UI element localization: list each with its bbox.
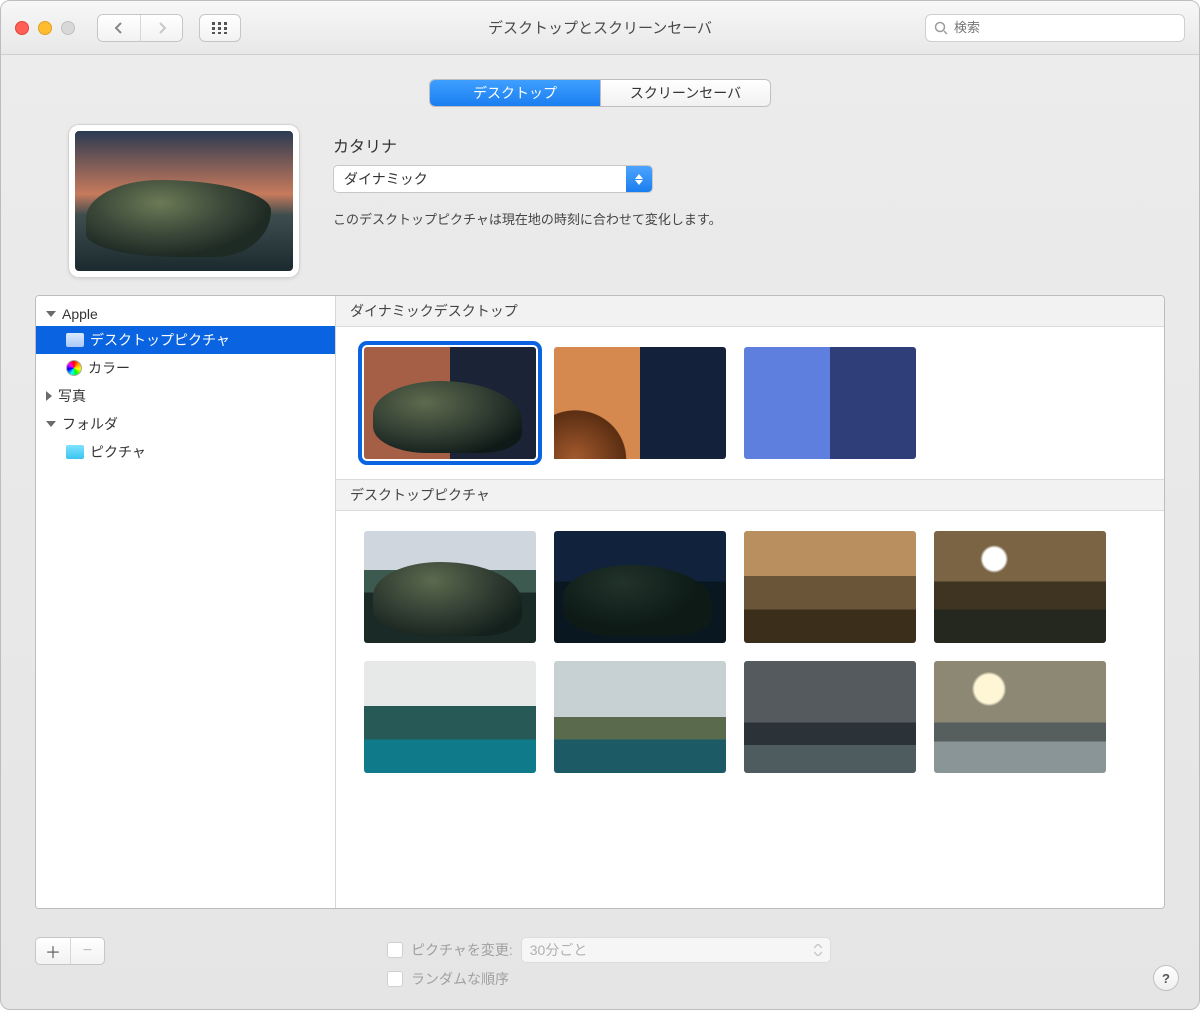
change-interval-dropdown: 30分ごと <box>521 937 831 963</box>
thumbnail-catalina-sunset[interactable] <box>934 531 1106 643</box>
prefpane-window: デスクトップとスクリーンセーバ デスクトップ スクリーンセーバ カタリナ ダイナ… <box>0 0 1200 1010</box>
thumbnail-solar-gradients[interactable] <box>744 347 916 459</box>
change-picture-checkbox[interactable] <box>387 942 403 958</box>
remove-folder-button[interactable]: − <box>70 938 104 964</box>
random-order-label: ランダムな順序 <box>411 969 509 989</box>
footer: ＋ − ピクチャを変更: 30分ごと ランダムな順序 <box>35 937 1165 989</box>
display-mode-value: ダイナミック <box>334 169 626 189</box>
tab-desktop[interactable]: デスクトップ <box>430 80 600 106</box>
current-wallpaper-preview <box>69 125 299 277</box>
sidebar-item-desktop-pictures[interactable]: デスクトップピクチャ <box>36 326 335 354</box>
sidebar-group-folders[interactable]: フォルダ <box>36 410 335 438</box>
folder-icon <box>66 333 84 347</box>
section-header-pictures: デスクトップピクチャ <box>336 479 1164 511</box>
sidebar-label: 写真 <box>58 386 86 406</box>
show-all-button[interactable] <box>199 14 241 42</box>
wallpaper-gallery[interactable]: ダイナミックデスクトップ デスクトップピクチャ <box>336 296 1164 908</box>
sidebar-item-pictures-folder[interactable]: ピクチャ <box>36 438 335 466</box>
window-controls <box>15 21 75 35</box>
folder-icon <box>66 445 84 459</box>
thumbnail-mojave-dynamic[interactable] <box>554 347 726 459</box>
search-icon <box>934 21 948 35</box>
disclosure-triangle-icon <box>46 391 52 401</box>
sidebar-label: ピクチャ <box>90 442 146 462</box>
close-button[interactable] <box>15 21 29 35</box>
thumbnail-catalina-shoreline[interactable] <box>554 661 726 773</box>
sidebar-label: カラー <box>88 358 130 378</box>
thumbnail-catalina-dynamic[interactable] <box>364 347 536 459</box>
nav-back-forward <box>97 14 183 42</box>
sidebar-item-colors[interactable]: カラー <box>36 354 335 382</box>
current-selection-panel: カタリナ ダイナミック このデスクトップピクチャは現在地の時刻に合わせて変化しま… <box>35 125 1165 277</box>
search-field[interactable] <box>925 14 1185 42</box>
sidebar-label: デスクトップピクチャ <box>90 330 230 350</box>
source-sidebar: Apple デスクトップピクチャ カラー 写真 フォルダ <box>36 296 336 908</box>
back-button[interactable] <box>98 15 140 41</box>
add-folder-button[interactable]: ＋ <box>36 938 70 964</box>
rotation-options: ピクチャを変更: 30分ごと ランダムな順序 <box>387 937 831 989</box>
sidebar-group-apple[interactable]: Apple <box>36 302 335 326</box>
tab-bar: デスクトップ スクリーンセーバ <box>35 79 1165 107</box>
tab-screensaver[interactable]: スクリーンセーバ <box>600 80 770 106</box>
dropdown-stepper-icon <box>626 166 652 192</box>
source-add-remove: ＋ − <box>35 937 105 965</box>
disclosure-triangle-icon <box>46 421 56 427</box>
content: デスクトップ スクリーンセーバ カタリナ ダイナミック このデスクトップピクチャ… <box>1 55 1199 1009</box>
zoom-button-disabled <box>61 21 75 35</box>
titlebar: デスクトップとスクリーンセーバ <box>1 1 1199 55</box>
thumbnail-catalina-rock[interactable] <box>744 531 916 643</box>
thumbnail-catalina-day[interactable] <box>364 531 536 643</box>
display-mode-dropdown[interactable]: ダイナミック <box>333 165 653 193</box>
sidebar-group-photos[interactable]: 写真 <box>36 382 335 410</box>
sidebar-label: フォルダ <box>62 414 118 434</box>
minimize-button[interactable] <box>38 21 52 35</box>
thumbnail-catalina-evening[interactable] <box>744 661 916 773</box>
thumbnail-catalina-night[interactable] <box>554 531 726 643</box>
help-button[interactable]: ? <box>1153 965 1179 991</box>
forward-button[interactable] <box>140 15 182 41</box>
dropdown-stepper-icon <box>814 944 822 956</box>
color-wheel-icon <box>66 360 82 376</box>
change-interval-value: 30分ごと <box>530 940 588 960</box>
thumbnail-catalina-coast[interactable] <box>364 661 536 773</box>
sidebar-label: Apple <box>62 306 98 322</box>
section-header-dynamic: ダイナミックデスクトップ <box>336 296 1164 327</box>
disclosure-triangle-icon <box>46 311 56 317</box>
change-picture-label: ピクチャを変更: <box>411 940 513 960</box>
wallpaper-name: カタリナ <box>333 133 1165 157</box>
random-order-checkbox[interactable] <box>387 971 403 987</box>
thumbnail-catalina-clouds[interactable] <box>934 661 1106 773</box>
display-mode-description: このデスクトップピクチャは現在地の時刻に合わせて変化します。 <box>333 209 1165 228</box>
browser: Apple デスクトップピクチャ カラー 写真 フォルダ <box>35 295 1165 909</box>
search-input[interactable] <box>954 20 1176 35</box>
